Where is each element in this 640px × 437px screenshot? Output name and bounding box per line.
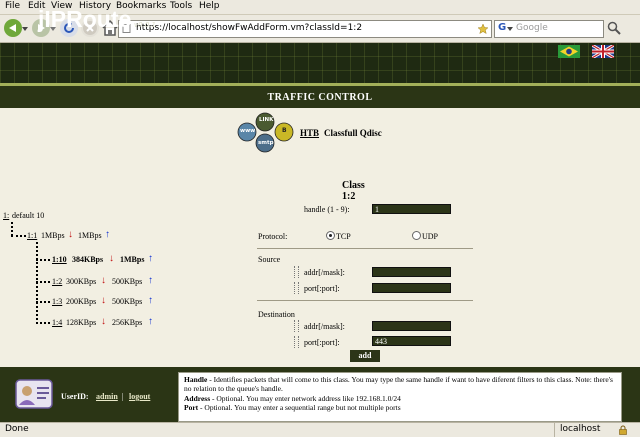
rate-down-arrow-icon: ↓ (68, 229, 73, 240)
back-button[interactable] (4, 19, 22, 37)
destination-label: Destination (258, 310, 295, 319)
uk-flag-icon[interactable] (592, 45, 614, 58)
source-port-input[interactable] (372, 283, 451, 293)
tree-node-ceil: 500KBps (112, 277, 143, 286)
help-term: Address (184, 393, 211, 403)
dest-port-label: port[:port]: (304, 338, 340, 347)
search-bar[interactable]: G Google (494, 20, 604, 38)
protocol-tcp-label: TCP (336, 232, 351, 241)
tree-root-link[interactable]: 1: (3, 211, 9, 220)
url-bar[interactable]: https://localhost/showFwAddForm.vm?class… (118, 20, 492, 38)
source-port-label: port[:port]: (304, 284, 340, 293)
rate-down-arrow-icon: ↓ (109, 253, 114, 264)
form-title: Class 1:2 (342, 180, 365, 202)
field-marker (294, 266, 299, 278)
tree-node-rate: 1MBps (41, 231, 65, 240)
brazil-flag-icon[interactable] (558, 45, 580, 58)
add-button[interactable]: add (350, 350, 380, 362)
security-lock-icon[interactable] (618, 425, 628, 435)
divider (257, 248, 473, 249)
back-arrow-icon (9, 24, 16, 32)
tree-node-id[interactable]: 1:1 (27, 231, 37, 240)
class-tree: 1: default 10 1:1 1MBps ↓ 1MBps ↑ 1:10 3… (0, 200, 170, 330)
status-bar: Done localhost (0, 422, 640, 437)
section-title: TRAFFIC CONTROL (267, 92, 373, 103)
field-marker (294, 282, 299, 294)
footer-separator: | (122, 392, 124, 401)
ceil-up-arrow-icon: ↑ (148, 275, 153, 286)
badge-smtp: smtp (258, 140, 274, 146)
handle-label: handle (1 - 9): (304, 205, 350, 214)
badge-b: B (282, 127, 287, 134)
app-logo: jIPRoute (38, 6, 132, 32)
help-text: - Identifies packets that will come to t… (184, 375, 613, 394)
tree-node-id[interactable]: 1:4 (52, 318, 62, 327)
rate-down-arrow-icon: ↓ (101, 316, 106, 327)
dest-addr-input[interactable] (372, 321, 451, 331)
google-g-icon[interactable]: G (498, 22, 506, 33)
app-header (0, 43, 640, 83)
search-engine-dropdown-icon[interactable] (507, 27, 513, 32)
back-dropdown-icon[interactable] (22, 26, 28, 32)
protocol-udp-radio[interactable] (412, 231, 421, 240)
ceil-up-arrow-icon: ↑ (148, 316, 153, 327)
url-text: https://localhost/showFwAddForm.vm?class… (136, 23, 363, 33)
help-text: - Optional. You may enter network addres… (210, 393, 401, 403)
tree-node-rate: 128KBps (66, 318, 97, 327)
help-text: - Optional. You may enter a sequential r… (198, 403, 401, 413)
divider (257, 300, 473, 301)
qdisc-title: Classfull Qdisc (324, 128, 382, 138)
dest-addr-label: addr[/mask]: (304, 322, 345, 331)
help-entry: Port - Optional. You may enter a sequent… (184, 403, 616, 412)
tree-node-id[interactable]: 1:3 (52, 297, 62, 306)
help-term: Handle (184, 375, 208, 384)
help-entry: Address - Optional. You may enter networ… (184, 394, 616, 403)
help-term: Port (184, 403, 199, 413)
menu-tools[interactable]: Tools (170, 1, 192, 11)
logout-link[interactable]: logout (129, 392, 150, 401)
tree-node-rate: 384KBps (72, 255, 104, 264)
ceil-up-arrow-icon: ↑ (148, 253, 153, 264)
user-id-label: UserID: (61, 392, 89, 401)
field-marker (294, 320, 299, 332)
tree-node-ceil: 256KBps (112, 318, 143, 327)
tree-node-id[interactable]: 1:10 (52, 255, 67, 264)
dest-port-input[interactable]: 443 (372, 336, 451, 346)
help-entry: Handle - Identifies packets that will co… (184, 375, 616, 394)
tree-node-id[interactable]: 1:2 (52, 277, 62, 286)
menu-help[interactable]: Help (199, 1, 220, 11)
source-addr-input[interactable] (372, 267, 451, 277)
ceil-up-arrow-icon: ↑ (105, 229, 110, 240)
tree-node-ceil: 1MBps (78, 231, 102, 240)
rate-down-arrow-icon: ↓ (101, 275, 106, 286)
status-text: Done (5, 424, 29, 434)
handle-input[interactable]: 1 (372, 204, 451, 214)
qdisc-type-link[interactable]: HTB (300, 128, 319, 138)
field-marker (294, 336, 299, 348)
user-card-icon (15, 379, 53, 409)
status-host: localhost (560, 424, 601, 434)
rate-down-arrow-icon: ↓ (101, 295, 106, 306)
protocol-udp-label: UDP (422, 232, 439, 241)
tree-node-ceil: 1MBps (120, 255, 145, 264)
protocol-tcp-radio[interactable] (326, 231, 335, 240)
tree-node-rate: 300KBps (66, 277, 97, 286)
ceil-up-arrow-icon: ↑ (148, 295, 153, 306)
badge-www: www (240, 128, 256, 134)
tree-node-ceil: 500KBps (112, 297, 143, 306)
menu-file[interactable]: File (5, 1, 20, 11)
help-panel: Handle - Identifies packets that will co… (178, 372, 622, 422)
search-icon[interactable] (607, 21, 621, 35)
radio-selected-dot (329, 234, 332, 237)
protocol-label: Protocol: (258, 232, 288, 241)
tree-root-label: default 10 (12, 211, 45, 220)
badge-link: LINK (259, 117, 274, 123)
tree-node-rate: 200KBps (66, 297, 97, 306)
source-label: Source (258, 255, 281, 264)
app-version: v0.0.1 (134, 21, 156, 29)
username-link[interactable]: admin (96, 392, 118, 401)
source-addr-label: addr[/mask]: (304, 268, 345, 277)
bookmark-star-icon[interactable] (478, 24, 488, 34)
search-placeholder: Google (516, 23, 548, 33)
